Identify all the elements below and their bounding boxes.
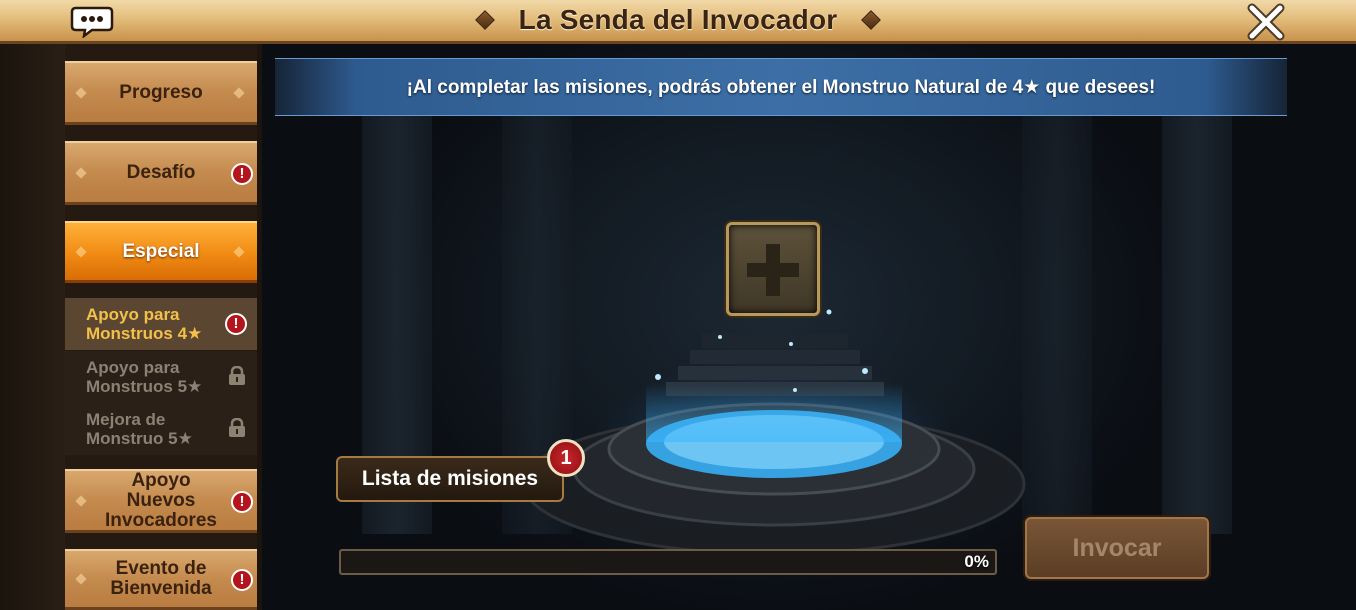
alert-icon: ! <box>231 163 253 185</box>
sidebar-item-desafio[interactable]: Desafío ! <box>65 141 257 205</box>
add-monster-slot-button[interactable] <box>726 222 820 316</box>
diamond-ornament-icon <box>233 245 245 258</box>
banner-text: ¡Al completar las misiones, podrás obten… <box>406 76 1156 98</box>
mission-list-label: Lista de misiones <box>361 467 539 490</box>
alert-icon: ! <box>231 569 253 591</box>
title-bar: La Senda del Invocador <box>0 0 1356 44</box>
subitem-label: Apoyo para Monstruos 5★ <box>86 358 203 396</box>
diamond-ornament-icon <box>75 166 87 179</box>
lock-icon <box>228 365 246 386</box>
diamond-ornament-icon <box>75 86 87 99</box>
diamond-ornament-icon <box>75 245 87 258</box>
subitem-label: Mejora de Monstruo 5★ <box>86 410 193 448</box>
alert-icon: ! <box>231 491 253 513</box>
progress-bar: 0% <box>339 549 997 575</box>
diamond-ornament-icon <box>475 10 496 30</box>
sidebar-item-especial[interactable]: Especial <box>65 221 257 283</box>
diamond-ornament-icon <box>233 86 245 99</box>
subitem-apoyo-monstruos-4[interactable]: Apoyo para Monstruos 4★ ! <box>65 298 257 350</box>
page-title: La Senda del Invocador <box>518 4 838 35</box>
diamond-ornament-icon <box>75 573 87 585</box>
info-banner: ¡Al completar las misiones, podrás obten… <box>275 58 1287 116</box>
sidebar-item-label: Apoyo Nuevos Invocadores <box>105 469 217 531</box>
sidebar-item-label: Especial <box>122 240 200 262</box>
alert-icon: ! <box>225 313 247 335</box>
progress-label: 0% <box>964 552 989 571</box>
close-x-icon[interactable] <box>1244 2 1288 42</box>
sidebar-item-label: Evento de Bienvenida <box>110 558 212 599</box>
sidebar-item-evento-bienvenida[interactable]: Evento de Bienvenida ! <box>65 549 257 610</box>
diamond-ornament-icon <box>75 494 87 507</box>
mission-count-badge: 1 <box>547 439 585 477</box>
sidebar-item-label: Progreso <box>119 81 203 103</box>
lock-icon <box>228 417 246 438</box>
subitem-label: Apoyo para Monstruos 4★ <box>86 305 203 343</box>
sidebar-item-progreso[interactable]: Progreso <box>65 61 257 125</box>
mission-list-button[interactable]: Lista de misiones <box>336 456 564 502</box>
diamond-ornament-icon <box>860 10 881 30</box>
sidebar-item-label: Desafío <box>126 161 196 183</box>
invoke-label: Invocar <box>1072 533 1162 562</box>
sidebar-item-apoyo-nuevos-invocadores[interactable]: Apoyo Nuevos Invocadores ! <box>65 469 257 533</box>
invoke-button[interactable]: Invocar <box>1025 517 1209 579</box>
